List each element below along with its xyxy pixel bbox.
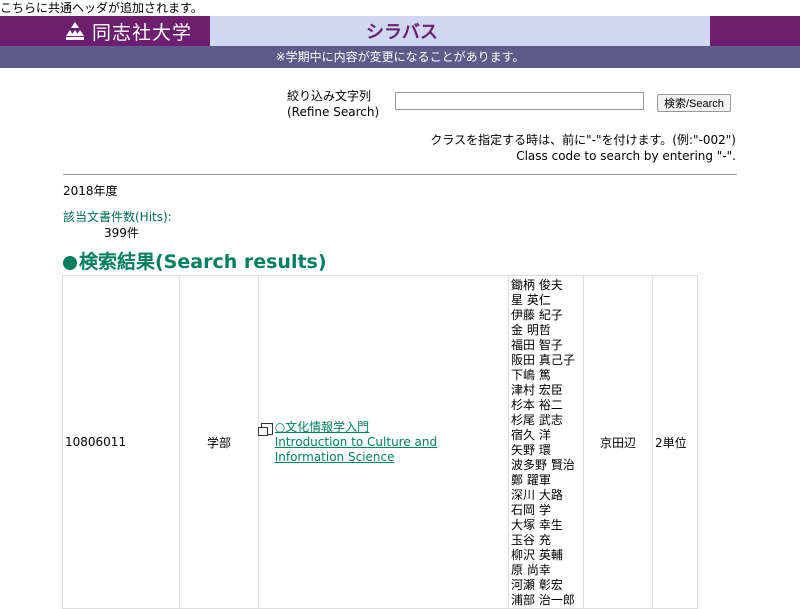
common-header-note: こちらに共通ヘッダが追加されます。 — [0, 1, 203, 15]
instructor-name: 鋤柄 俊夫 — [511, 278, 563, 292]
instructor-name: 大塚 幸生 — [511, 518, 563, 532]
course-code: 10806011 — [62, 275, 180, 609]
instructor-name: 深川 大路 — [511, 488, 563, 502]
instructor-name: 阪田 真己子 — [511, 353, 575, 367]
bullet-icon — [63, 255, 77, 270]
course-cell: ○文化情報学入門 Introduction to Culture and Inf… — [258, 275, 509, 609]
instructor-name: 波多野 賢治 — [511, 458, 575, 472]
instructor-name: 金 明哲 — [511, 323, 551, 337]
instructor-name: 原 尚幸 — [511, 563, 551, 577]
instructor-name: 柳沢 英輔 — [511, 548, 563, 562]
refine-search-label: 絞り込み文字列 (Refine Search) — [287, 89, 380, 119]
hits-label: 該当文書件数(Hits): — [63, 210, 172, 224]
site-header: 同志社大学 シラバス — [0, 16, 800, 46]
table-row: 10806011 学部 ○文化情報学入門 Introduction to Cul… — [62, 275, 698, 609]
instructor-name: 福田 智子 — [511, 338, 563, 352]
university-logo[interactable]: 同志社大学 — [64, 16, 210, 46]
campus: 京田辺 — [583, 275, 653, 609]
instructor-name: 宿久 洋 — [511, 428, 551, 442]
class-code-note: クラスを指定する時は、前に"-"を付けます。(例:"-002") Class c… — [430, 133, 736, 163]
page-title: シラバス — [210, 16, 710, 46]
instructors-cell: 鋤柄 俊夫星 英仁 伊藤 紀子金 明哲 福田 智子 阪田 真己子 下嶋 篤津村 宏臣 杉本… — [508, 275, 584, 609]
search-button[interactable]: 検索/Search — [657, 94, 731, 112]
instructor-name: 玉谷 充 — [511, 533, 551, 547]
change-notice: ※学期中に内容が変更になることがあります。 — [0, 46, 800, 68]
instructor-name: 下嶋 篤 — [511, 368, 551, 382]
instructor-name: 矢野 環 — [511, 443, 551, 457]
instructor-name: 杉本 裕二 — [511, 398, 563, 412]
refine-search-input[interactable] — [395, 92, 644, 110]
results-heading: 検索結果(Search results) — [63, 247, 327, 274]
instructor-name: 杉尾 武志 — [511, 413, 563, 427]
open-new-window-icon[interactable] — [258, 422, 273, 436]
instructor-name: 星 英仁 — [511, 293, 551, 307]
instructor-name: 河瀬 彰宏 — [511, 578, 563, 592]
instructor-name: 浦部 治一郎 — [511, 593, 575, 607]
instructor-name: 伊藤 紀子 — [511, 308, 563, 322]
faculty-type: 学部 — [179, 275, 259, 609]
course-link[interactable]: ○文化情報学入門 Introduction to Culture and Inf… — [275, 420, 506, 465]
instructor-name: 鄭 躍軍 — [511, 473, 551, 487]
instructor-name: 石岡 学 — [511, 503, 551, 517]
instructor-name: 津村 宏臣 — [511, 383, 563, 397]
hits-count: 399件 — [104, 226, 139, 240]
credits: 2単位 — [652, 275, 698, 609]
university-name: 同志社大学 — [92, 21, 193, 44]
divider — [63, 174, 737, 175]
academic-year: 2018年度 — [63, 184, 118, 198]
doshisha-emblem-icon — [64, 20, 86, 42]
results-table: 10806011 学部 ○文化情報学入門 Introduction to Cul… — [62, 275, 698, 609]
